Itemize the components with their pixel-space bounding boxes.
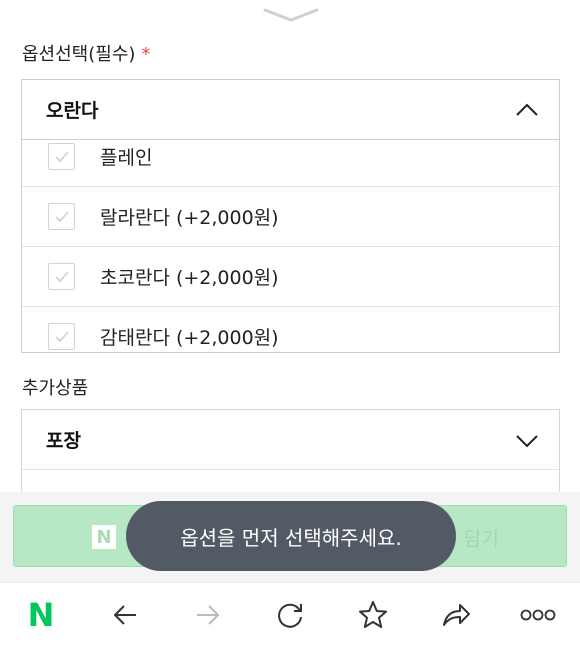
refresh-icon[interactable] [272,597,308,633]
option-select-label: 옵션선택(필수) [22,44,136,65]
option-label: 감태란다 (+2,000원) [100,327,279,349]
forward-arrow-icon[interactable] [190,597,226,633]
check-icon [54,150,69,162]
check-icon [54,270,69,282]
option-item-plain[interactable]: 플레인 [22,140,559,187]
additional-dropdown-selected: 포장 [46,430,81,452]
option-dropdown-selected: 오란다 [46,100,99,122]
more-icon[interactable] [520,597,556,633]
option-dropdown-header[interactable]: 오란다 [21,79,560,140]
option-item-lalaranda[interactable]: 랄라란다 (+2,000원) [22,187,559,247]
option-list[interactable]: 플레인 랄라란다 (+2,000원) 초코란다 (+2,000원) 감태란다 (… [21,140,560,353]
toast-message: 옵션을 먼저 선택해주세요. [126,501,456,571]
naver-pay-badge: N [92,525,116,549]
sheet-collapse-handle-icon[interactable] [262,6,320,24]
option-item-chocoranda[interactable]: 초코란다 (+2,000원) [22,247,559,307]
additional-dropdown-header[interactable]: 포장 [22,410,559,470]
check-icon [54,330,69,342]
checkbox[interactable] [48,143,75,170]
additional-products-label: 추가상품 [22,378,89,399]
checkbox[interactable] [48,203,75,230]
browser-nav-bar: N [0,582,580,646]
option-item-gamtaeranda[interactable]: 감태란다 (+2,000원) [22,307,559,352]
add-to-cart-label: 담기 [464,528,499,550]
checkbox[interactable] [48,323,75,350]
toast-text: 옵션을 먼저 선택해주세요. [180,525,402,550]
option-label: 랄라란다 (+2,000원) [100,207,279,229]
option-label: 플레인 [100,147,153,169]
naver-logo: N [27,596,55,634]
option-select-heading: 옵션선택(필수) * [22,40,150,66]
back-arrow-icon[interactable] [107,597,143,633]
check-icon [54,210,69,222]
chevron-up-icon [516,103,538,116]
checkbox[interactable] [48,263,75,290]
share-icon[interactable] [438,597,474,633]
option-label: 초코란다 (+2,000원) [100,267,279,289]
chevron-down-icon [516,434,538,447]
naver-home-icon[interactable]: N [23,596,59,634]
bookmark-star-icon[interactable] [355,597,391,633]
required-mark: * [141,44,151,65]
